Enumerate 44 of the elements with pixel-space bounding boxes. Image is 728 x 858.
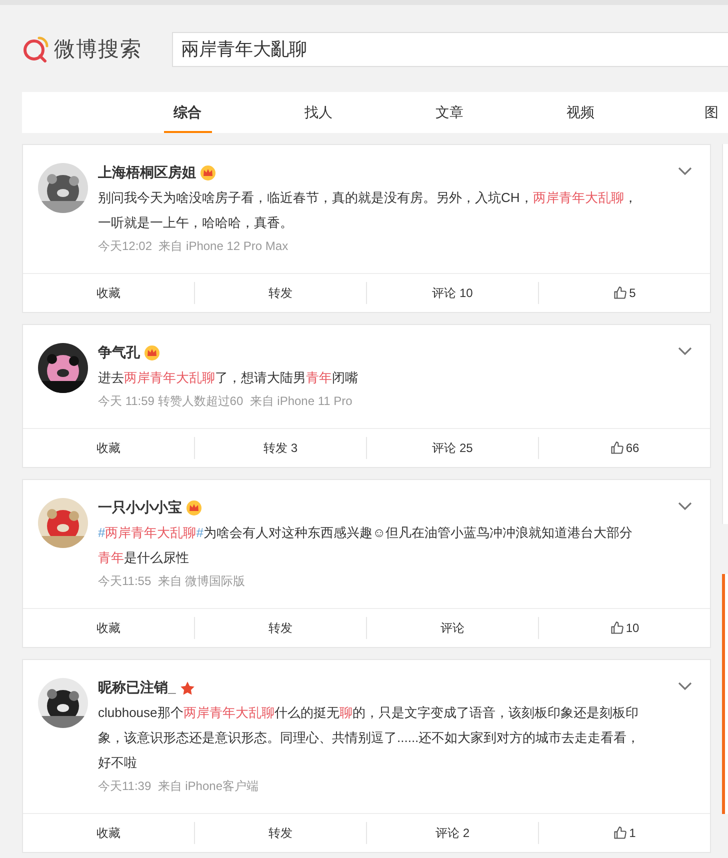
like-button[interactable]: 1 <box>613 826 636 840</box>
author-name: 昵称已注销_ <box>98 679 176 697</box>
thumbs-up-icon <box>613 826 628 840</box>
like-button[interactable]: 10 <box>610 621 640 635</box>
post-text: clubhouse那个两岸青年大乱聊什么的挺无聊的，只是文字变成了语音，该刻板印象还是刻板印象，该意识形态还是意识形态。同理心、共情别逗了......还不如大家到对方的城市去走走看看，好不啦 <box>98 704 641 772</box>
post-meta: 今天 11:59 转赞人数超过60 来自 iPhone 11 Pro <box>98 393 354 410</box>
author-name: 上海梧桐区房姐 <box>98 164 196 182</box>
search-logo-icon <box>22 35 50 63</box>
post-meta: 今天11:39 来自 iPhone客户端 <box>98 778 260 795</box>
repost-button[interactable]: 转发 <box>268 824 292 842</box>
repost-button[interactable]: 转发 <box>268 620 292 636</box>
tab[interactable]: 综合 <box>164 92 212 133</box>
tab[interactable]: 图 <box>694 92 728 133</box>
thumbs-up-icon <box>610 441 624 455</box>
chevron-down-icon[interactable] <box>678 682 692 691</box>
search-field[interactable]: 兩岸青年大亂聊 <box>172 32 728 66</box>
logo-text: 微博搜索 <box>54 37 142 63</box>
post-text: #两岸青年大乱聊#为啥会有人对这种东西感兴趣☺但凡在油管小蓝鸟冲冲浪就知道港台大部分 青年是什么尿性 <box>98 524 634 567</box>
tab[interactable]: 找人 <box>294 92 342 133</box>
thumbs-up-icon <box>610 621 624 635</box>
comment-button[interactable]: 评论 <box>440 620 464 636</box>
favorite-button[interactable]: 收藏 <box>96 824 120 842</box>
like-button[interactable]: 66 <box>610 441 640 455</box>
favorite-button[interactable]: 收藏 <box>96 620 120 636</box>
author-name: 争气孔 <box>98 344 140 362</box>
post-text: 进去两岸青年大乱聊了，想请大陆男青年闭嘴 <box>98 369 359 387</box>
post-meta: 今天12:02 来自 iPhone 12 Pro Max <box>98 238 290 255</box>
thumbs-up-icon <box>613 286 628 300</box>
chevron-down-icon[interactable] <box>678 167 692 176</box>
favorite-button[interactable]: 收藏 <box>96 440 120 456</box>
chevron-down-icon[interactable] <box>678 347 692 356</box>
repost-button[interactable]: 转发 3 <box>263 440 298 456</box>
favorite-button[interactable]: 收藏 <box>96 284 120 302</box>
comment-button[interactable]: 评论 2 <box>435 824 470 842</box>
chevron-down-icon[interactable] <box>678 502 692 511</box>
tab[interactable]: 视频 <box>556 92 604 133</box>
author-name: 一只小小小宝 <box>98 499 182 517</box>
like-button[interactable]: 5 <box>613 286 636 300</box>
comment-button[interactable]: 评论 25 <box>432 440 473 456</box>
comment-button[interactable]: 评论 10 <box>432 284 473 302</box>
post-text: 别问我今天为啥没啥房子看，临近春节，真的就是没有房。另外，入坑CH，两岸青年大乱聊，一听就是一上午，哈哈哈，真香。 <box>98 189 638 232</box>
repost-button[interactable]: 转发 <box>268 284 292 302</box>
post-meta: 今天11:55 来自 微博国际版 <box>98 573 246 590</box>
tab[interactable]: 文章 <box>426 92 474 133</box>
